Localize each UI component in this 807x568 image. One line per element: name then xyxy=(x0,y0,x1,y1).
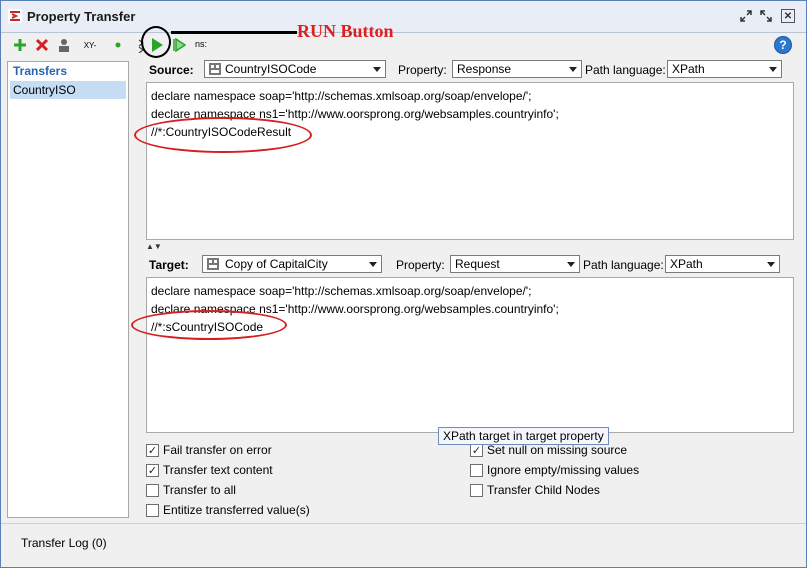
source-property-label: Property: xyxy=(398,63,447,77)
transfers-toolbar: XY- xyxy=(6,33,136,57)
check-icon: ✓ xyxy=(146,463,159,477)
close-icon[interactable]: ✕ xyxy=(781,9,795,23)
bottom-bar: Transfer Log (0) xyxy=(1,523,806,567)
transfer-text-checkbox[interactable]: ✓ Transfer text content xyxy=(146,462,273,478)
source-path-language-value: XPath xyxy=(672,62,705,76)
source-row: Source: CountryISOCode Property: Respons… xyxy=(146,60,796,80)
check-icon: ✓ xyxy=(470,443,483,457)
source-expression-editor[interactable]: declare namespace soap='http://schemas.x… xyxy=(146,82,794,240)
transfer-log-tab[interactable]: Transfer Log (0) xyxy=(21,536,107,550)
target-step-select[interactable]: Copy of CapitalCity xyxy=(202,255,382,273)
test-step-icon xyxy=(209,63,221,75)
target-path-language-label: Path language: xyxy=(583,258,664,272)
target-path-language-value: XPath xyxy=(670,257,703,271)
source-line: declare namespace soap='http://schemas.x… xyxy=(151,89,532,103)
source-xpath-highlight xyxy=(134,117,312,153)
transfer-to-all-checkbox[interactable]: Transfer to all xyxy=(146,482,236,498)
source-property-select[interactable]: Response xyxy=(452,60,582,78)
title-bar: Property Transfer ✕ xyxy=(1,1,806,33)
ignore-empty-checkbox[interactable]: Ignore empty/missing values xyxy=(470,462,639,478)
fail-transfer-checkbox[interactable]: ✓ Fail transfer on error xyxy=(146,442,272,458)
source-path-language-select[interactable]: XPath xyxy=(667,60,782,78)
help-icon[interactable]: ? xyxy=(774,36,792,54)
window-title: Property Transfer xyxy=(27,9,136,24)
run-toolbar: ns: xyxy=(138,33,806,57)
ns-label: ns: xyxy=(195,39,208,49)
source-path-language-label: Path language: xyxy=(585,63,666,77)
target-property-label: Property: xyxy=(396,258,445,272)
target-line: declare namespace soap='http://schemas.x… xyxy=(151,284,532,298)
target-label: Target: xyxy=(149,258,189,272)
transfers-list: Transfers CountryISO xyxy=(7,61,129,518)
source-step-value: CountryISOCode xyxy=(225,62,317,76)
test-step-icon xyxy=(207,258,219,270)
detach-icon[interactable] xyxy=(739,9,753,23)
plus-icon[interactable] xyxy=(12,37,28,53)
check-icon: ✓ xyxy=(146,443,159,457)
maximize-icon[interactable] xyxy=(759,9,773,23)
property-transfer-window: Property Transfer ✕ XY- Transfers Countr… xyxy=(0,0,807,568)
target-expression-editor[interactable]: declare namespace soap='http://schemas.x… xyxy=(146,277,794,433)
target-path-language-select[interactable]: XPath xyxy=(665,255,780,273)
target-property-value: Request xyxy=(455,257,500,271)
annotation-arrow xyxy=(171,31,297,34)
transfer-app-icon xyxy=(8,9,22,23)
splitter-arrows-icon[interactable]: ▲▼ xyxy=(146,242,162,251)
source-label: Source: xyxy=(149,63,194,77)
target-xpath-highlight xyxy=(131,310,287,340)
list-item[interactable]: CountryISO xyxy=(10,81,126,99)
run-button-annotation: RUN Button xyxy=(297,21,394,41)
target-row: Target: Copy of CapitalCity Property: Re… xyxy=(146,255,796,275)
person-icon[interactable] xyxy=(56,37,72,53)
transfer-child-nodes-checkbox[interactable]: Transfer Child Nodes xyxy=(470,482,600,498)
entitize-checkbox[interactable]: Entitize transferred value(s) xyxy=(146,502,310,518)
x-icon[interactable] xyxy=(34,37,50,53)
status-dot-icon xyxy=(114,37,122,53)
run-button-highlight xyxy=(141,26,171,58)
target-step-value: Copy of CapitalCity xyxy=(225,257,328,271)
transfers-header: Transfers xyxy=(13,64,68,78)
xy-label[interactable]: XY- xyxy=(78,37,102,53)
target-property-select[interactable]: Request xyxy=(450,255,580,273)
source-property-value: Response xyxy=(457,62,512,76)
play-all-icon[interactable] xyxy=(172,37,187,53)
xpath-tooltip: XPath target in target property xyxy=(438,427,609,445)
source-step-select[interactable]: CountryISOCode xyxy=(204,60,386,78)
